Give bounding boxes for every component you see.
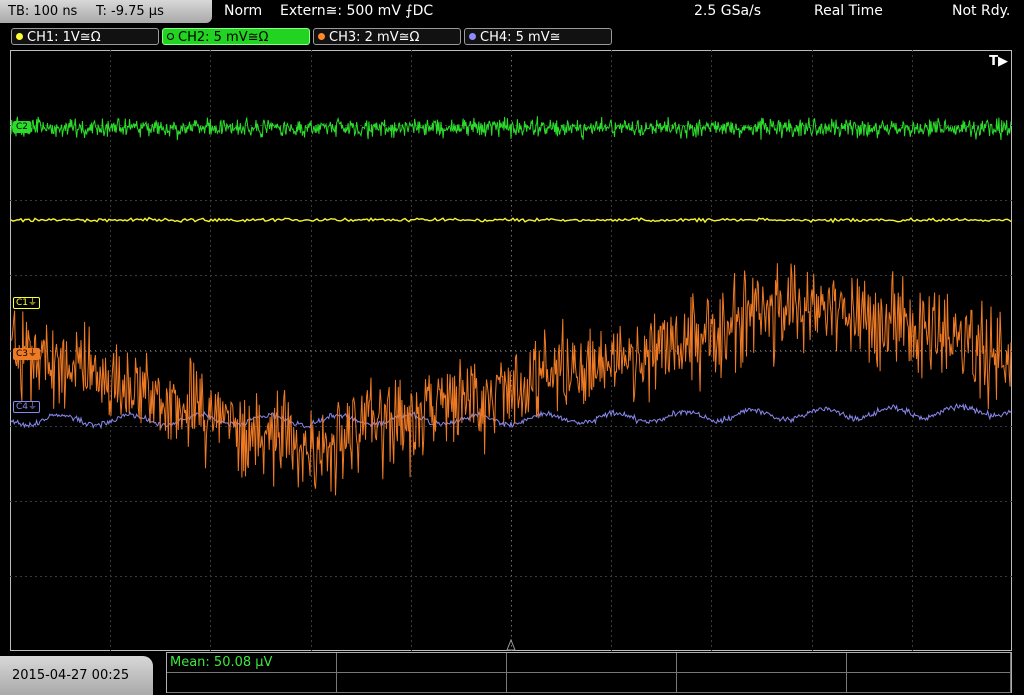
channel-2-marker[interactable]: C2 bbox=[13, 121, 32, 133]
channel-2-label: CH2: 5 mV≅Ω bbox=[178, 30, 269, 45]
channel-4-tab[interactable]: CH4: 5 mV≅ bbox=[464, 28, 612, 45]
channel-1-tab[interactable]: CH1: 1V≅Ω bbox=[11, 28, 159, 45]
waveform-display[interactable] bbox=[10, 50, 1012, 651]
acquisition-mode: Real Time bbox=[814, 3, 883, 19]
channel-2-dot-icon bbox=[167, 33, 174, 40]
channel-3-dot-icon bbox=[318, 33, 325, 40]
channel-3-tab[interactable]: CH3: 2 mV≅Ω bbox=[313, 28, 461, 45]
measurement-cell[interactable] bbox=[677, 673, 847, 693]
measurement-cell[interactable] bbox=[167, 673, 337, 693]
channel-4-label: CH4: 5 mV≅ bbox=[480, 30, 561, 45]
channel-bar: CH1: 1V≅Ω CH2: 5 mV≅Ω CH3: 2 mV≅Ω CH4: 5… bbox=[0, 25, 1024, 49]
trigger-mode[interactable]: Norm bbox=[224, 0, 262, 23]
channel-3-label: CH3: 2 mV≅Ω bbox=[329, 30, 420, 45]
measurement-cell[interactable] bbox=[677, 653, 847, 673]
channel-1-label: CH1: 1V≅Ω bbox=[27, 30, 101, 45]
measurement-cell[interactable] bbox=[337, 653, 507, 673]
measurement-cell[interactable] bbox=[507, 653, 677, 673]
measurement-cell[interactable] bbox=[847, 673, 1011, 693]
acquisition-status: Not Rdy. bbox=[952, 3, 1011, 19]
measurement-cell[interactable] bbox=[847, 653, 1011, 673]
measurement-cell[interactable]: Mean: 50.08 µV bbox=[167, 653, 337, 673]
trigger-marker[interactable]: T▶ bbox=[989, 54, 1008, 69]
trigger-time-value: T: -9.75 µs bbox=[96, 4, 164, 19]
trigger-source[interactable]: Extern≅: 500 mV ⨍DC bbox=[280, 0, 433, 23]
datetime-panel: 2015-04-27 00:25 bbox=[0, 656, 153, 695]
measurement-cell[interactable] bbox=[337, 673, 507, 693]
sample-rate: 2.5 GSa/s bbox=[694, 3, 762, 19]
measurement-panel: Mean: 50.08 µV bbox=[166, 652, 1012, 693]
channel-2-tab[interactable]: CH2: 5 mV≅Ω bbox=[162, 28, 310, 45]
channel-4-dot-icon bbox=[469, 33, 476, 40]
channel-3-marker[interactable]: C3⏚ bbox=[13, 348, 41, 360]
channel-1-marker[interactable]: C1⏚ bbox=[13, 297, 41, 309]
top-status-bar: TB: 100 ns T: -9.75 µs Norm Extern≅: 500… bbox=[0, 0, 1024, 25]
channel-1-dot-icon bbox=[16, 33, 23, 40]
measurement-mean: Mean: 50.08 µV bbox=[170, 655, 273, 670]
timebase-panel[interactable]: TB: 100 ns T: -9.75 µs bbox=[0, 0, 212, 23]
measurement-cell[interactable] bbox=[507, 673, 677, 693]
channel-4-marker[interactable]: C4⏚ bbox=[13, 401, 41, 413]
timebase-value: TB: 100 ns bbox=[8, 4, 78, 19]
